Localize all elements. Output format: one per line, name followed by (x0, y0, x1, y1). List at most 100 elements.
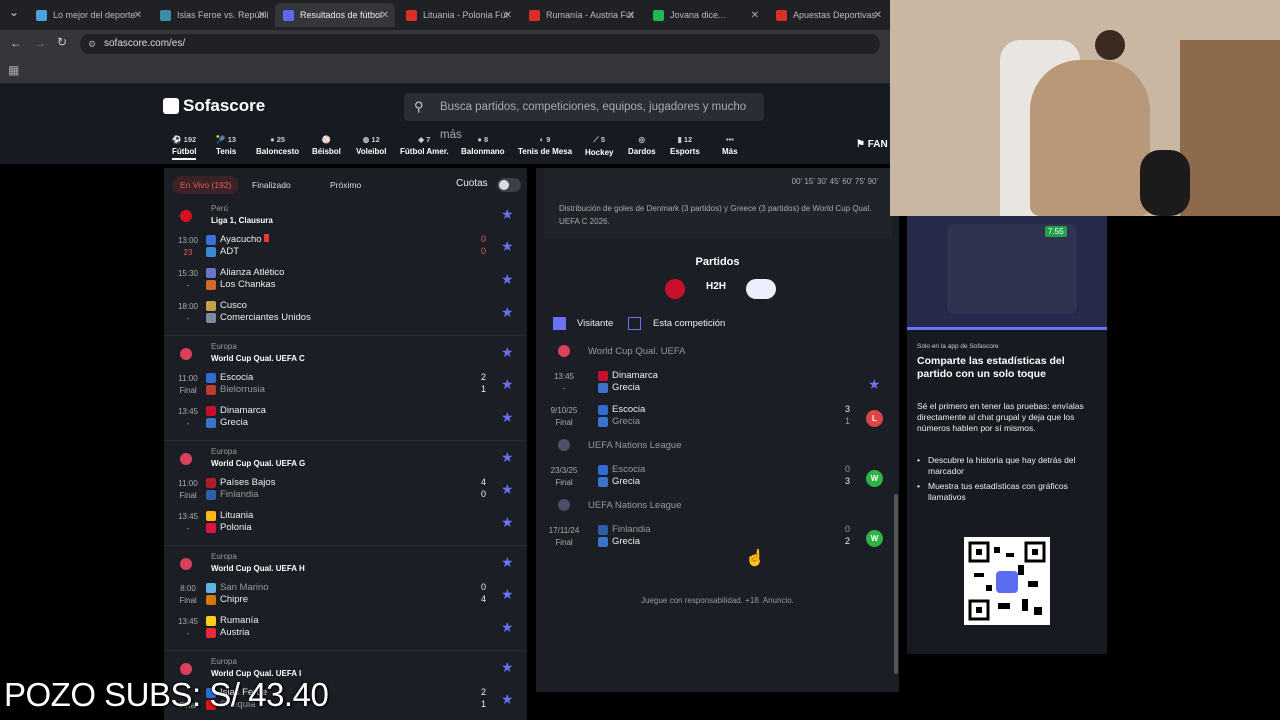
match-row[interactable]: 8:00 Final San Marino Chipre 0 4 ★ (164, 582, 527, 612)
league-name[interactable]: World Cup Qual. UEFA G (211, 459, 305, 468)
favorite-league-star-icon[interactable]: ★ (501, 554, 514, 571)
browser-tab[interactable]: Rumanía - Austria Fút ✕ (521, 3, 641, 27)
match-time: 15:30 (177, 269, 199, 278)
tab-close-icon[interactable]: ✕ (751, 10, 759, 21)
favorite-match-star-icon[interactable]: ★ (501, 619, 514, 636)
favorite-match-star-icon[interactable]: ★ (868, 376, 881, 393)
match-time: 13:45 (177, 407, 199, 416)
league-name[interactable]: World Cup Qual. UEFA C (211, 354, 305, 363)
team-crest-icon (206, 301, 216, 311)
favorite-match-star-icon[interactable]: ★ (501, 409, 514, 426)
visitor-checkbox-label: Visitante (577, 318, 614, 329)
favorite-league-star-icon[interactable]: ★ (501, 206, 514, 223)
back-icon[interactable]: ← (10, 36, 22, 50)
promo-bullet-2: Muestra tus estadísticas con gráficos ll… (917, 481, 1103, 503)
match-row[interactable]: 13:00 23 Ayacucho ADT 0 0 ★ (164, 234, 527, 264)
sport-tab-hockey[interactable]: ⟋ 5 Hockey (585, 135, 613, 157)
match-row[interactable]: 13:45 - Rumanía Austria ★ (164, 615, 527, 645)
sport-tab-m-s[interactable]: ••• Más (722, 135, 738, 156)
tab-search-icon[interactable]: ⌄ (9, 5, 19, 19)
reload-icon[interactable]: ↻ (57, 35, 67, 49)
denmark-flag-icon[interactable] (665, 279, 685, 299)
home-team-name: Dinamarca (220, 405, 266, 416)
h2h-match-row[interactable]: 13:45 - Dinamarca Grecia ★ (536, 370, 899, 400)
site-info-icon[interactable]: ⚙ (88, 34, 96, 54)
home-team: Escocia (206, 372, 254, 383)
sport-tab-b-isbol[interactable]: ⚾ Béisbol (312, 135, 341, 156)
forward-icon[interactable]: → (34, 36, 46, 50)
sport-tab-f-tbol-amer-[interactable]: ◆ 7 Fútbol Amer. (400, 135, 449, 156)
favorite-match-star-icon[interactable]: ★ (501, 481, 514, 498)
visitor-checkbox[interactable] (553, 317, 566, 330)
match-row[interactable]: 13:45 - Lituania Polonia ★ (164, 510, 527, 540)
home-score: 0 (844, 464, 850, 474)
search-input[interactable]: ⚲ Busca partidos, competiciones, equipos… (404, 93, 764, 141)
sport-tab-dardos[interactable]: ◎ Dardos (628, 135, 656, 156)
sport-tab-balonmano[interactable]: ● 8 Balonmano (461, 135, 505, 156)
favorite-match-star-icon[interactable]: ★ (501, 514, 514, 531)
sport-tab-voleibol[interactable]: ◍ 12 Voleibol (356, 135, 387, 156)
sofascore-logo[interactable]: Sofascore (163, 96, 265, 116)
league-name[interactable]: World Cup Qual. UEFA H (211, 564, 305, 573)
home-team-name: Escocia (220, 372, 254, 383)
match-status: - (186, 281, 190, 290)
address-bar[interactable]: ⚙ sofascore.com/es/ (80, 34, 880, 54)
browser-tab[interactable]: Jovana dice... ✕ (645, 3, 765, 27)
match-status: Final (179, 386, 197, 395)
home-team: Rumanía (206, 615, 259, 626)
browser-tab[interactable]: Apuestas Deportivas ✕ (768, 3, 888, 27)
favorite-match-star-icon[interactable]: ★ (501, 238, 514, 255)
browser-tab[interactable]: Resultados de fútbol ✕ (275, 3, 395, 27)
odds-toggle[interactable] (497, 178, 521, 192)
h2h-match-row[interactable]: 17/11/24 Final Finlandia Grecia 0 2 W (536, 524, 899, 554)
competition-name[interactable]: UEFA Nations League (588, 440, 681, 451)
tab-close-icon[interactable]: ✕ (874, 10, 882, 21)
filter-finished[interactable]: Finalizado (244, 176, 299, 194)
sport-tab-esports[interactable]: ▮ 12 Esports (670, 135, 700, 156)
sport-label: Baloncesto (256, 147, 300, 156)
h2h-match-row[interactable]: 23/3/25 Final Escocia Grecia 0 3 W (536, 464, 899, 494)
h2h-label[interactable]: H2H (706, 281, 726, 292)
h2h-match-row[interactable]: 9/10/25 Final Escocia Grecia 3 1 L (536, 404, 899, 434)
favorite-match-star-icon[interactable]: ★ (501, 271, 514, 288)
league-name[interactable]: Liga 1, Clausura (211, 216, 273, 225)
favorite-match-star-icon[interactable]: ★ (501, 376, 514, 393)
browser-tab[interactable]: Islas Feroe vs. Repúbli ✕ (152, 3, 272, 27)
favorite-match-star-icon[interactable]: ★ (501, 304, 514, 321)
sport-tab-baloncesto[interactable]: ● 25 Baloncesto (256, 135, 299, 156)
competition-name[interactable]: UEFA Nations League (588, 500, 681, 511)
tab-close-icon[interactable]: ✕ (627, 10, 635, 21)
match-row[interactable]: 18:00 - Cusco Comerciantes Unidos ★ (164, 300, 527, 330)
sport-tab-tenis-de-mesa[interactable]: ◐ 9 Tenis de Mesa (518, 135, 572, 156)
favorite-league-star-icon[interactable]: ★ (501, 659, 514, 676)
browser-tab[interactable]: Lo mejor del deporte ✕ (28, 3, 148, 27)
scrollbar[interactable] (894, 494, 898, 674)
tab-close-icon[interactable]: ✕ (381, 10, 389, 21)
match-row[interactable]: 15:30 - Alianza Atlético Los Chankas ★ (164, 267, 527, 297)
competition-name[interactable]: World Cup Qual. UEFA (588, 346, 686, 357)
tab-close-icon[interactable]: ✕ (504, 10, 512, 21)
filter-live[interactable]: En Vivo (192) (172, 176, 240, 194)
match-row[interactable]: 11:00 Final Países Bajos Finlandia 4 0 ★ (164, 477, 527, 507)
competition-checkbox[interactable] (628, 317, 641, 330)
tab-close-icon[interactable]: ✕ (134, 10, 142, 21)
qr-code[interactable] (964, 537, 1050, 625)
sport-tab-f-tbol[interactable]: ⚽ 192 Fútbol (172, 135, 197, 160)
favorite-league-star-icon[interactable]: ★ (501, 449, 514, 466)
fan-button[interactable]: ⚑ FAN (856, 139, 888, 150)
filter-upcoming[interactable]: Próximo (322, 176, 369, 194)
home-team-name: Lituania (220, 510, 254, 521)
sport-tab-tenis[interactable]: 🎾 13 Tenis (216, 135, 236, 156)
match-row[interactable]: 13:45 - Dinamarca Grecia ★ (164, 405, 527, 435)
competition-icon (558, 345, 570, 357)
home-team-name: Finlandia (612, 524, 651, 535)
match-row[interactable]: 11:00 Final Escocia Bielorrusia 2 1 ★ (164, 372, 527, 402)
apps-grid-icon[interactable]: ▦ (8, 63, 19, 77)
favorite-league-star-icon[interactable]: ★ (501, 344, 514, 361)
team-crest-icon (206, 595, 216, 605)
favorite-match-star-icon[interactable]: ★ (501, 691, 514, 708)
tab-close-icon[interactable]: ✕ (258, 10, 266, 21)
browser-tab[interactable]: Lituania - Polonia Fút ✕ (398, 3, 518, 27)
greece-flag-icon[interactable] (746, 279, 776, 299)
favorite-match-star-icon[interactable]: ★ (501, 586, 514, 603)
